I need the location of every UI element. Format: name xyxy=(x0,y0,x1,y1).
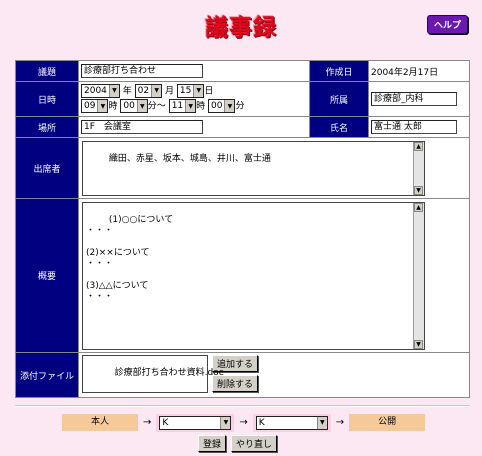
start-hour-select[interactable]: 09 ▼ xyxy=(81,99,109,113)
subject-label: 議題 xyxy=(16,61,78,81)
approver1-select[interactable]: K ▼ xyxy=(159,415,232,430)
day-select[interactable]: 15 ▼ xyxy=(176,83,205,98)
scroll-down-icon[interactable]: ▼ xyxy=(414,339,423,349)
flow-step-publish: 公開 xyxy=(349,414,426,431)
reset-button[interactable]: やり直し xyxy=(231,435,278,452)
chevron-down-icon: ▼ xyxy=(316,416,327,429)
chevron-down-icon: ▼ xyxy=(136,100,147,112)
scrollbar[interactable]: ▲ ▼ xyxy=(413,141,424,195)
month-select[interactable]: 02 ▼ xyxy=(134,83,163,98)
page-title: 議事録 xyxy=(205,15,277,41)
place-label: 場所 xyxy=(16,117,78,137)
divider xyxy=(15,405,470,407)
help-button[interactable]: ヘルプ xyxy=(426,15,468,34)
department-label: 所属 xyxy=(310,82,368,116)
chevron-down-icon: ▼ xyxy=(151,84,162,97)
scroll-down-icon[interactable]: ▼ xyxy=(414,185,423,195)
attachment-list[interactable]: 診療部打ち合わせ資料.doc xyxy=(82,355,224,393)
start-minute-select[interactable]: 00 ▼ xyxy=(120,99,148,113)
chevron-down-icon: ▼ xyxy=(193,84,204,97)
minutes-form: 議題 診療部打ち合わせ 作成日 2004年2月17日 日時 2004 ▼ 年 02… xyxy=(15,60,470,398)
summary-textarea[interactable]: (1)○○について ・・・ (2)××について ・・・ (3)△△について ・・… xyxy=(82,201,425,350)
chevron-down-icon: ▼ xyxy=(220,416,231,429)
approver2-select[interactable]: K ▼ xyxy=(255,415,328,430)
scroll-up-icon[interactable]: ▲ xyxy=(414,141,423,151)
attachment-label: 添付ファイル xyxy=(16,353,78,397)
chevron-down-icon: ▼ xyxy=(185,100,196,112)
datetime-label: 日時 xyxy=(16,82,78,116)
chevron-down-icon: ▼ xyxy=(224,100,235,112)
department-input[interactable]: 診療部_内科 xyxy=(371,92,457,106)
register-button[interactable]: 登録 xyxy=(198,435,227,452)
summary-label: 概要 xyxy=(16,199,78,352)
scrollbar[interactable]: ▲ ▼ xyxy=(413,202,424,349)
created-value: 2004年2月17日 xyxy=(369,61,469,81)
subject-input[interactable]: 診療部打ち合わせ xyxy=(81,64,203,78)
place-input[interactable]: 1F 会議室 xyxy=(81,120,203,134)
created-label: 作成日 xyxy=(310,61,368,81)
form-actions: 登録 やり直し xyxy=(198,435,278,452)
year-select[interactable]: 2004 ▼ xyxy=(81,83,120,98)
chevron-down-icon: ▼ xyxy=(108,84,119,97)
scroll-up-icon[interactable]: ▲ xyxy=(414,202,423,212)
name-input[interactable]: 富士通 太郎 xyxy=(371,120,457,134)
approval-flow: 本人 → K ▼ → K ▼ → 公開 xyxy=(62,413,426,432)
attendees-textarea[interactable]: 織田、赤星、坂本、城島、井川、富士通 ▲ ▼ xyxy=(82,140,425,196)
end-minute-select[interactable]: 00 ▼ xyxy=(208,99,236,113)
end-hour-select[interactable]: 11 ▼ xyxy=(168,99,197,113)
flow-step-self: 本人 xyxy=(62,414,138,431)
attendees-label: 出席者 xyxy=(16,138,78,198)
name-label: 氏名 xyxy=(310,117,368,137)
chevron-down-icon: ▼ xyxy=(97,100,108,112)
